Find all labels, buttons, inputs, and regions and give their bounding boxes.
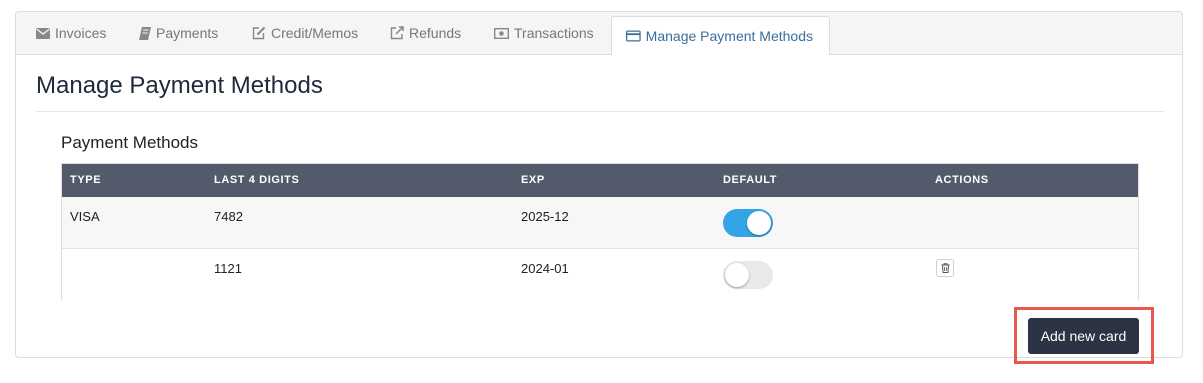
default-toggle[interactable]	[723, 261, 773, 289]
page-title: Manage Payment Methods	[36, 72, 323, 99]
tab-transactions[interactable]: Transactions	[494, 12, 594, 54]
card-type: VISA	[70, 209, 100, 224]
card-last4: 1121	[214, 261, 242, 276]
title-divider	[36, 111, 1164, 112]
credit-card-icon	[626, 30, 641, 42]
external-link-icon	[390, 26, 404, 40]
money-icon	[494, 27, 509, 39]
tab-credit-memos-label: Credit/Memos	[271, 25, 359, 41]
table-header: TYPE LAST 4 DIGITS EXP DEFAULT ACTIONS	[62, 164, 1138, 197]
delete-card-button[interactable]	[936, 259, 954, 277]
trash-icon	[941, 263, 949, 273]
column-header-exp: EXP	[521, 174, 545, 186]
table-row: VISA 7482 2025-12	[62, 197, 1138, 249]
default-toggle[interactable]	[723, 209, 773, 237]
tab-payments[interactable]: Payments	[139, 12, 218, 54]
book-icon	[139, 26, 151, 40]
column-header-default: DEFAULT	[723, 174, 778, 186]
tab-transactions-label: Transactions	[514, 25, 594, 41]
tab-refunds-label: Refunds	[409, 25, 462, 41]
column-header-type: TYPE	[70, 174, 102, 186]
card-exp: 2024-01	[521, 261, 569, 276]
tab-payments-label: Payments	[156, 25, 219, 41]
tab-bar: Invoices Payments Credit/Memos Refunds T…	[16, 12, 1182, 55]
column-header-last4: LAST 4 DIGITS	[214, 174, 300, 186]
billing-panel: Invoices Payments Credit/Memos Refunds T…	[15, 11, 1183, 358]
toggle-knob	[725, 263, 749, 287]
column-header-actions: ACTIONS	[935, 174, 989, 186]
tab-refunds[interactable]: Refunds	[390, 12, 461, 54]
section-title: Payment Methods	[61, 133, 199, 152]
table-row: 1121 2024-01	[62, 249, 1138, 300]
tab-invoices-label: Invoices	[55, 25, 107, 41]
tab-invoices[interactable]: Invoices	[36, 12, 106, 54]
edit-icon	[252, 26, 266, 40]
card-last4: 7482	[214, 209, 243, 224]
toggle-knob	[747, 211, 771, 235]
envelope-icon	[36, 27, 50, 39]
add-new-card-button[interactable]: Add new card	[1028, 318, 1139, 354]
tab-credit-memos[interactable]: Credit/Memos	[252, 12, 358, 54]
card-exp: 2025-12	[521, 209, 569, 224]
tab-manage-payment-methods-label: Manage Payment Methods	[645, 28, 813, 44]
payment-methods-table: TYPE LAST 4 DIGITS EXP DEFAULT ACTIONS V…	[61, 163, 1139, 300]
tab-manage-payment-methods[interactable]: Manage Payment Methods	[611, 16, 830, 55]
